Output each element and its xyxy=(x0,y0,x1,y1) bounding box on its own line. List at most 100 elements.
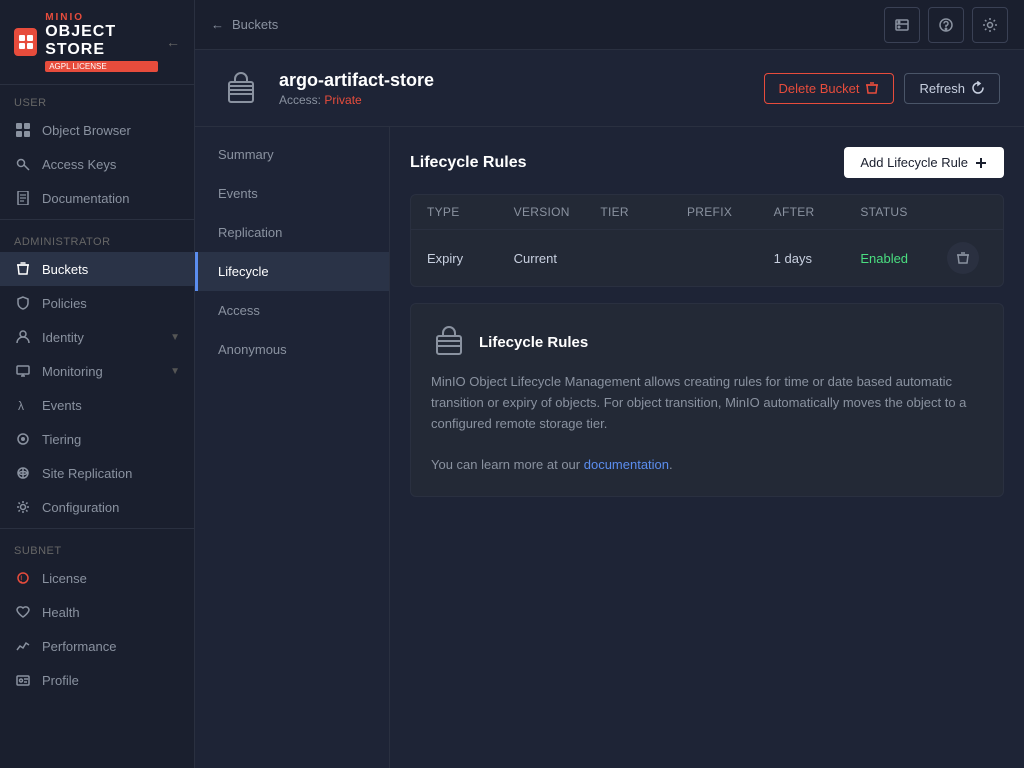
doc-icon xyxy=(14,189,32,207)
subnet-section-label: Subnet xyxy=(0,533,194,561)
bucket-header: argo-artifact-store Access: Private Dele… xyxy=(195,50,1024,127)
cell-type: Expiry xyxy=(427,251,514,266)
tier-icon xyxy=(14,430,32,448)
lifecycle-info-box: Lifecycle Rules MinIO Object Lifecycle M… xyxy=(410,303,1004,497)
delete-rule-button[interactable] xyxy=(947,242,979,274)
logo-license: AGPL LICENSE xyxy=(45,61,158,72)
sidebar-item-access-keys[interactable]: Access Keys xyxy=(0,147,194,181)
info-box-title: Lifecycle Rules xyxy=(479,334,588,351)
info-text-1: MinIO Object Lifecycle Management allows… xyxy=(431,374,966,431)
bucket-info: argo-artifact-store Access: Private xyxy=(279,70,748,107)
performance-label: Performance xyxy=(42,639,180,654)
object-browser-label: Object Browser xyxy=(42,123,180,138)
replication-icon xyxy=(14,464,32,482)
lifecycle-rules-table: Type Version Tier Prefix After Status Ex… xyxy=(410,194,1004,287)
bucket-actions: Delete Bucket Refresh xyxy=(764,73,1000,104)
add-rule-label: Add Lifecycle Rule xyxy=(860,155,968,170)
topbar-actions xyxy=(884,7,1008,43)
sidebar-item-policies[interactable]: Policies xyxy=(0,286,194,320)
sub-nav-replication[interactable]: Replication xyxy=(195,213,389,252)
col-prefix: Prefix xyxy=(687,205,774,219)
sub-navigation: Summary Events Replication Lifecycle Acc… xyxy=(195,127,390,768)
sidebar-item-object-browser[interactable]: Object Browser xyxy=(0,113,194,147)
logo-minio: MINIO xyxy=(45,12,158,23)
svg-text:!: ! xyxy=(20,574,23,584)
cell-delete xyxy=(947,242,987,274)
sidebar-item-documentation[interactable]: Documentation xyxy=(0,181,194,215)
license-icon: ! xyxy=(14,569,32,587)
add-lifecycle-rule-button[interactable]: Add Lifecycle Rule xyxy=(844,147,1004,178)
sub-nav-lifecycle[interactable]: Lifecycle xyxy=(195,252,389,291)
refresh-button[interactable]: Refresh xyxy=(904,73,1000,104)
col-actions xyxy=(947,205,987,219)
sidebar-item-identity[interactable]: Identity ▼ xyxy=(0,320,194,354)
sub-nav-anonymous[interactable]: Anonymous xyxy=(195,330,389,369)
logo-object-store: OBJECT STORE xyxy=(45,23,158,59)
health-label: Health xyxy=(42,605,180,620)
profile-label: Profile xyxy=(42,673,180,688)
logo-icon xyxy=(14,28,37,56)
table-header: Type Version Tier Prefix After Status xyxy=(411,195,1003,230)
admin-section-label: Administrator xyxy=(0,224,194,252)
topbar-help-button[interactable] xyxy=(928,7,964,43)
delete-bucket-label: Delete Bucket xyxy=(779,81,860,96)
sidebar-item-license[interactable]: ! License xyxy=(0,561,194,595)
sub-nav-summary[interactable]: Summary xyxy=(195,135,389,174)
cell-after: 1 days xyxy=(774,251,861,266)
bucket-name: argo-artifact-store xyxy=(279,70,748,91)
collapse-button[interactable]: ← xyxy=(166,34,180,50)
bucket-header-icon xyxy=(219,66,263,110)
sidebar-item-tiering[interactable]: Tiering xyxy=(0,422,194,456)
sidebar-item-performance[interactable]: Performance xyxy=(0,629,194,663)
lifecycle-title: Lifecycle Rules xyxy=(410,154,527,172)
key-icon xyxy=(14,155,32,173)
sidebar-item-site-replication[interactable]: Site Replication xyxy=(0,456,194,490)
tiering-label: Tiering xyxy=(42,432,180,447)
policies-label: Policies xyxy=(42,296,180,311)
shield-icon xyxy=(14,294,32,312)
configuration-label: Configuration xyxy=(42,500,180,515)
sub-nav-events[interactable]: Events xyxy=(195,174,389,213)
sidebar-item-configuration[interactable]: Configuration xyxy=(0,490,194,524)
lambda-icon: λ xyxy=(14,396,32,414)
logo-area: MINIO OBJECT STORE AGPL LICENSE ← xyxy=(0,0,194,85)
identity-label: Identity xyxy=(42,330,160,345)
sidebar-item-buckets[interactable]: Buckets xyxy=(0,252,194,286)
performance-icon xyxy=(14,637,32,655)
content-area: Summary Events Replication Lifecycle Acc… xyxy=(195,127,1024,768)
sub-nav-access[interactable]: Access xyxy=(195,291,389,330)
col-type: Type xyxy=(427,205,514,219)
sidebar-item-profile[interactable]: Profile xyxy=(0,663,194,697)
profile-icon xyxy=(14,671,32,689)
info-text-2: You can learn more at our xyxy=(431,457,584,472)
lifecycle-header: Lifecycle Rules Add Lifecycle Rule xyxy=(410,147,1004,178)
divider-2 xyxy=(0,528,194,529)
topbar-settings-button[interactable] xyxy=(972,7,1008,43)
lifecycle-panel: Lifecycle Rules Add Lifecycle Rule Type … xyxy=(390,127,1024,768)
bucket-access: Access: Private xyxy=(279,93,748,107)
topbar-storage-button[interactable] xyxy=(884,7,920,43)
delete-bucket-button[interactable]: Delete Bucket xyxy=(764,73,895,104)
cell-version: Current xyxy=(514,251,601,266)
documentation-link[interactable]: documentation xyxy=(584,457,669,472)
col-version: Version xyxy=(514,205,601,219)
col-after: After xyxy=(774,205,861,219)
topbar: ← Buckets xyxy=(195,0,1024,50)
info-box-header: Lifecycle Rules xyxy=(431,324,983,360)
buckets-label: Buckets xyxy=(42,262,180,277)
svg-text:λ: λ xyxy=(18,399,24,412)
info-box-text: MinIO Object Lifecycle Management allows… xyxy=(431,372,983,476)
main-content: ← Buckets xyxy=(195,0,1024,768)
user-section-label: User xyxy=(0,85,194,113)
site-replication-label: Site Replication xyxy=(42,466,180,481)
sidebar-item-events[interactable]: λ Events xyxy=(0,388,194,422)
monitoring-chevron: ▼ xyxy=(170,366,180,377)
sidebar-item-monitoring[interactable]: Monitoring ▼ xyxy=(0,354,194,388)
license-label: License xyxy=(42,571,180,586)
identity-chevron: ▼ xyxy=(170,332,180,343)
breadcrumb[interactable]: Buckets xyxy=(232,17,278,32)
documentation-label: Documentation xyxy=(42,191,180,206)
sidebar-item-health[interactable]: Health xyxy=(0,595,194,629)
events-label: Events xyxy=(42,398,180,413)
config-icon xyxy=(14,498,32,516)
